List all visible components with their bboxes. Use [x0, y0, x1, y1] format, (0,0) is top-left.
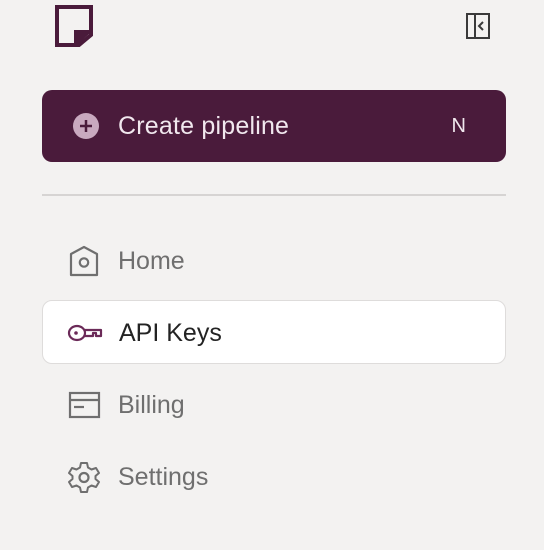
keyboard-shortcut: N: [451, 115, 466, 137]
sidebar-item-settings[interactable]: Settings: [42, 445, 506, 509]
logo-page-icon: [55, 5, 93, 47]
create-pipeline-button[interactable]: Create pipeline N: [42, 90, 506, 162]
divider: [42, 194, 506, 196]
sidebar: Create pipeline N Home API Keys Billing …: [0, 0, 544, 550]
credit-card-icon: [67, 388, 101, 422]
sidebar-item-label: Settings: [118, 463, 209, 491]
home-icon: [67, 244, 101, 278]
sidebar-item-billing[interactable]: Billing: [42, 373, 506, 437]
sidebar-item-home[interactable]: Home: [42, 229, 506, 293]
sidebar-collapse-icon: [466, 13, 490, 39]
sidebar-item-api-keys[interactable]: API Keys: [42, 300, 506, 364]
key-icon: [67, 316, 103, 350]
plus-circle-icon: [72, 112, 100, 140]
sidebar-collapse-button[interactable]: [466, 13, 490, 39]
sidebar-item-label: Home: [118, 247, 185, 275]
sidebar-item-label: Billing: [118, 391, 185, 419]
sidebar-item-label: API Keys: [119, 319, 222, 347]
gear-icon: [67, 460, 101, 494]
create-pipeline-label: Create pipeline: [118, 112, 290, 140]
